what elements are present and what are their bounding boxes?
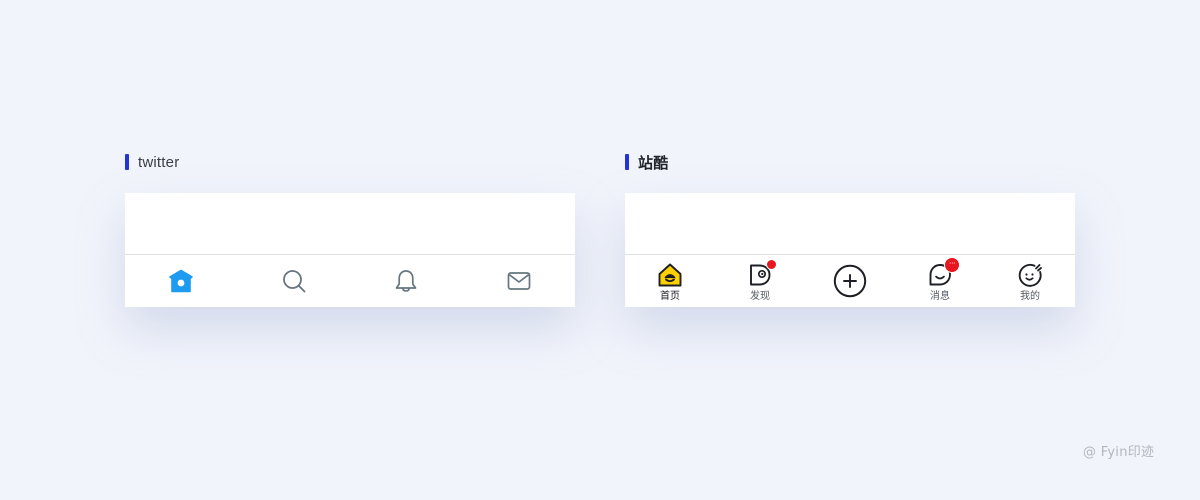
tab-search[interactable]: [238, 255, 351, 307]
add-icon: [833, 264, 867, 298]
section-title-twitter: twitter: [138, 153, 180, 171]
bell-icon: [395, 270, 417, 292]
tab-notifications[interactable]: [350, 255, 463, 307]
tab-home[interactable]: [125, 255, 238, 307]
home-icon: [658, 263, 682, 287]
search-icon: [282, 270, 306, 293]
zcool-tab-bar: 首页 发现 ··· 消息 我的: [625, 254, 1075, 307]
accent-bar: [625, 154, 629, 170]
content-area: [625, 193, 1075, 254]
tab-profile[interactable]: 我的: [985, 255, 1075, 307]
tab-discover[interactable]: 发现: [715, 255, 805, 307]
twitter-phone-card: [125, 193, 575, 307]
tab-icon-wrap: [747, 259, 777, 288]
tab-add[interactable]: [805, 255, 895, 307]
content-area: [125, 193, 575, 254]
tab-label: 首页: [660, 291, 680, 302]
tab-icon-wrap: ···: [927, 257, 960, 288]
canvas: twitter 站酷 首页 发现 ··· 消息 我的 @ Fyin印迹: [0, 0, 1200, 500]
tab-home[interactable]: 首页: [625, 255, 715, 307]
accent-bar: [125, 154, 129, 170]
tab-label: 发现: [750, 291, 770, 302]
profile-icon: [1018, 263, 1042, 287]
section-title-zcool: 站酷: [638, 154, 669, 172]
twitter-section: twitter: [125, 152, 575, 307]
tab-label: 我的: [1020, 291, 1040, 302]
section-label: twitter: [125, 152, 575, 172]
tab-icon-wrap: [1017, 262, 1043, 288]
tab-label: 消息: [930, 291, 950, 302]
tab-messages[interactable]: [463, 255, 576, 307]
twitter-tab-bar: [125, 254, 575, 307]
zcool-phone-card: 首页 发现 ··· 消息 我的: [625, 193, 1075, 307]
mail-icon: [507, 272, 531, 290]
home-icon: [169, 269, 194, 293]
tab-icon-wrap: [657, 262, 683, 288]
watermark: @ Fyin印迹: [1083, 445, 1155, 460]
notification-dot-badge: [766, 259, 777, 270]
zcool-section: 站酷 首页 发现 ··· 消息 我的: [625, 152, 1075, 307]
section-label: 站酷: [625, 152, 1075, 172]
tab-messages[interactable]: ··· 消息: [895, 255, 985, 307]
message-count-badge: ···: [944, 257, 960, 273]
